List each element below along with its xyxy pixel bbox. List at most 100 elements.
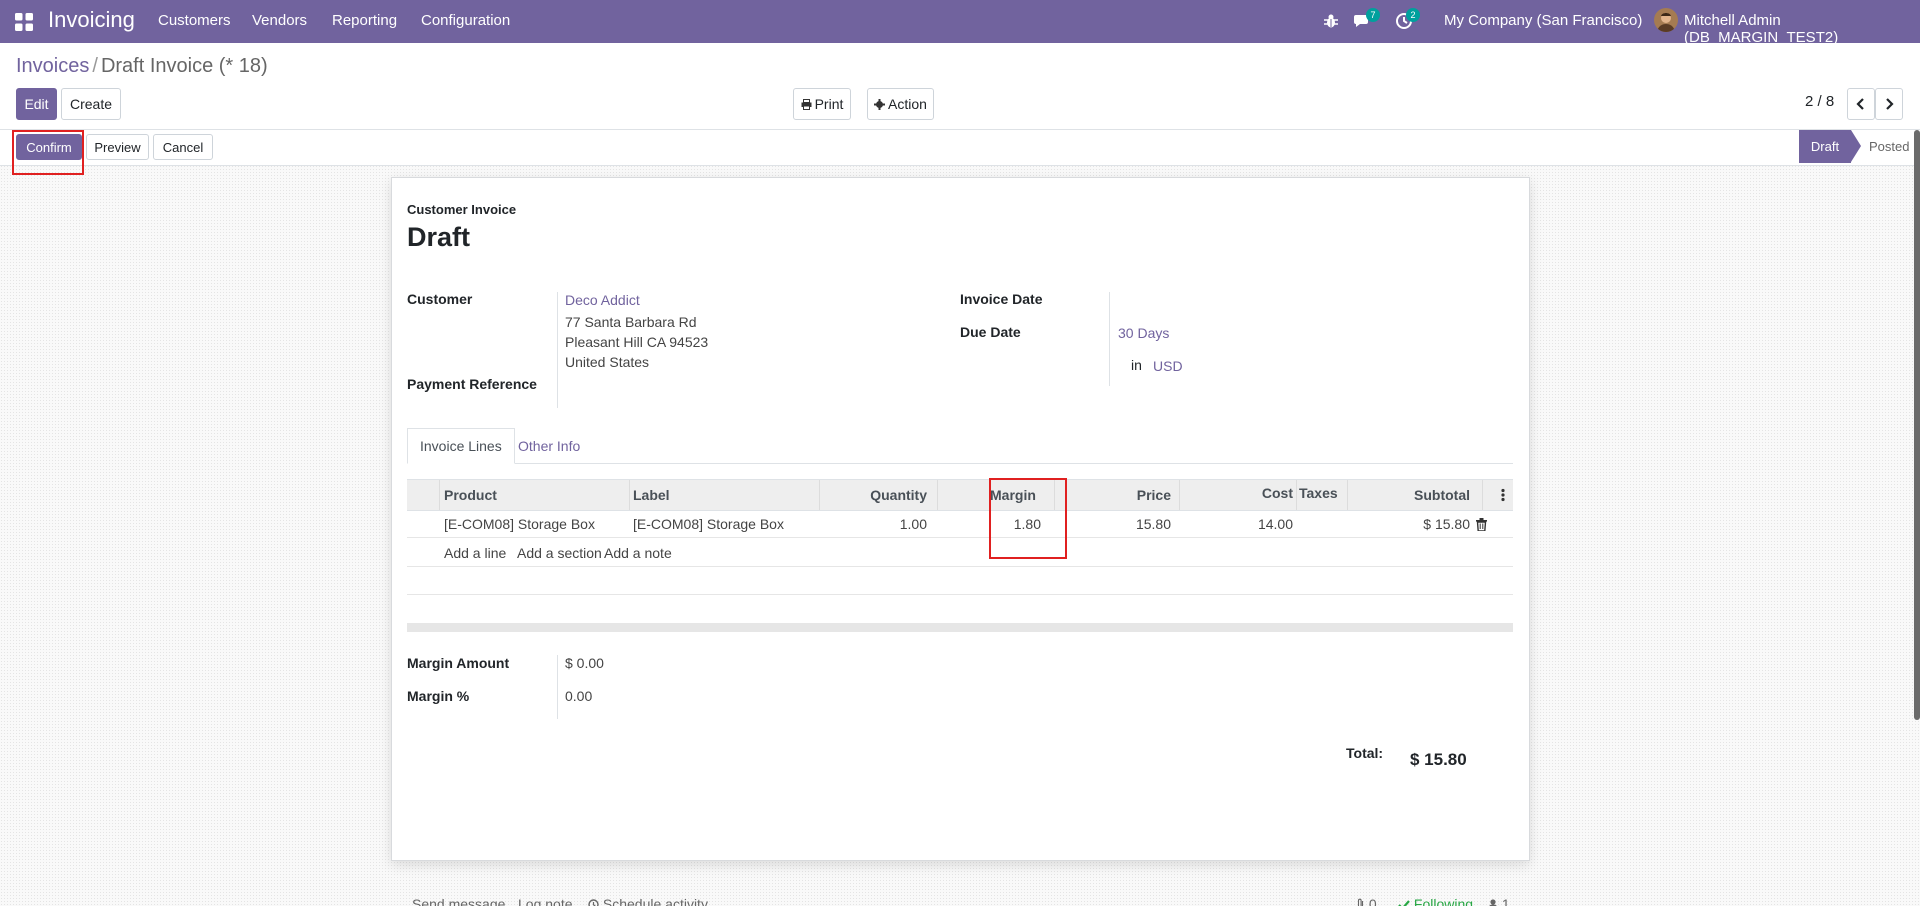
gear-icon [874,98,886,110]
lines-table-header: Product Label Quantity Margin Price Cost… [407,479,1513,511]
paperclip-icon [1357,898,1364,906]
user-menu[interactable]: Mitchell Admin (DB_MARGIN_TEST2) [1684,12,1920,46]
payment-reference-label: Payment Reference [407,376,537,392]
currency-prefix: in [1131,357,1142,373]
margin-amount-label: Margin Amount [407,655,510,671]
tab-other-info[interactable]: Other Info [506,428,592,464]
total-label: Total: [1346,745,1384,761]
send-message-button[interactable]: Send message [412,896,505,906]
attachments-count: 0 [1368,896,1377,906]
column-separator [937,480,938,510]
trash-icon[interactable] [1476,518,1487,531]
bug-icon[interactable] [1323,13,1339,29]
clock-icon [588,899,599,906]
menu-vendors[interactable]: Vendors [252,12,307,29]
add-note-link[interactable]: Add a note [604,545,672,561]
attachments-button[interactable]: 0 [1356,896,1377,906]
column-separator [1482,480,1483,510]
row-subtotal: $ 15.80 [1423,516,1470,532]
column-product[interactable]: Product [444,487,497,503]
apps-icon[interactable] [15,13,33,31]
menu-customers[interactable]: Customers [158,12,231,29]
avatar[interactable] [1654,8,1678,32]
scrollbar[interactable] [1914,130,1920,720]
table-row[interactable]: [E-COM08] Storage Box [E-COM08] Storage … [407,512,1513,538]
schedule-activity-label: Schedule activity [602,896,708,906]
chevron-right-icon [1886,98,1894,110]
margin-highlight-box [989,478,1067,559]
check-icon [1398,900,1410,906]
table-footer [407,623,1513,632]
print-label: Print [814,96,844,112]
create-button[interactable]: Create [61,88,121,120]
status-arrow [1851,130,1861,162]
cancel-button[interactable]: Cancel [153,134,213,160]
tab-invoice-lines[interactable]: Invoice Lines [407,428,515,464]
status-posted[interactable]: Posted [1869,139,1909,154]
breadcrumb: Invoices / Draft Invoice (* 18) [16,55,268,78]
action-label: Action [888,96,927,112]
edit-button[interactable]: Edit [16,88,57,120]
app-name[interactable]: Invoicing [48,7,135,33]
column-taxes[interactable]: Taxes [1299,485,1338,501]
messages-badge: 7 [1366,8,1380,22]
column-cost[interactable]: Cost [1179,485,1293,501]
user-icon [1489,899,1497,906]
menu-configuration[interactable]: Configuration [421,12,510,29]
row-product[interactable]: [E-COM08] Storage Box [444,516,595,532]
optional-columns-icon[interactable] [1501,488,1505,502]
activities-badge: 2 [1406,8,1420,22]
column-quantity[interactable]: Quantity [819,487,927,503]
address-line-3: United States [565,354,650,370]
due-date-label: Due Date [960,324,1021,340]
top-navbar: Invoicing Customers Vendors Reporting Co… [0,0,1920,46]
row-cost[interactable]: 14.00 [1179,516,1293,532]
invoice-date-label: Invoice Date [960,291,1043,307]
left-group-divider [557,292,558,408]
printer-icon [801,98,812,110]
row-label[interactable]: [E-COM08] Storage Box [633,516,784,532]
control-panel: Invoices / Draft Invoice (* 18) Edit Creat… [0,43,1920,130]
add-line-link[interactable]: Add a line [444,545,506,561]
currency-link[interactable]: USD [1153,358,1183,374]
column-separator [629,480,630,510]
payment-terms-link[interactable]: 30 Days [1118,325,1169,341]
breadcrumb-invoices[interactable]: Invoices [16,55,89,77]
print-button[interactable]: Print [793,88,851,120]
invoice-date-field[interactable] [1118,290,1378,312]
invoice-name: Draft [407,222,471,252]
menu-reporting[interactable]: Reporting [332,12,397,29]
empty-row [407,567,1513,595]
column-subtotal[interactable]: Subtotal [1347,487,1470,503]
column-label[interactable]: Label [633,487,670,503]
preview-button[interactable]: Preview [86,134,149,160]
column-price[interactable]: Price [1054,487,1171,503]
breadcrumb-separator: / [92,55,98,77]
company-switcher[interactable]: My Company (San Francisco) [1444,12,1642,29]
chevron-left-icon [1856,98,1864,110]
add-section-link[interactable]: Add a section [517,545,602,561]
row-price[interactable]: 15.80 [1054,516,1171,532]
confirm-highlight-box [12,130,84,175]
payment-reference-field[interactable] [565,374,805,396]
pager-previous-button[interactable] [1847,88,1875,120]
breadcrumb-current: Draft Invoice (* 18) [100,55,268,77]
row-quantity[interactable]: 1.00 [819,516,927,532]
schedule-activity-button[interactable]: Schedule activity [588,896,708,906]
followers-button[interactable]: 1 [1488,896,1510,906]
action-button[interactable]: Action [867,88,934,120]
customer-link[interactable]: Deco Addict [565,292,640,308]
right-group-divider [1109,292,1110,386]
margin-percent-label: Margin % [407,688,470,704]
margin-percent-value: 0.00 [565,688,593,704]
add-row: Add a line Add a section Add a note [407,539,1513,567]
pager-value[interactable]: 2 / 8 [1805,93,1834,110]
following-button[interactable]: Following [1398,896,1473,906]
customer-label: Customer [407,291,473,307]
column-separator [1296,480,1297,510]
following-label: Following [1413,896,1474,906]
log-note-button[interactable]: Log note [518,896,573,906]
pager-next-button[interactable] [1875,88,1903,120]
margin-amount-value: $ 0.00 [565,655,604,671]
margin-group-divider [557,655,558,719]
